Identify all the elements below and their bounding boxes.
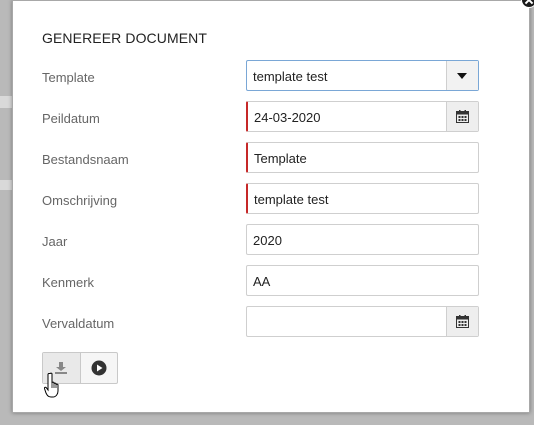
template-select-value: template test [253, 69, 328, 84]
generate-document-dialog: GENEREER DOCUMENT Template template test… [12, 0, 530, 413]
play-button[interactable] [81, 353, 118, 383]
background-strip [0, 96, 12, 108]
peildatum-calendar-button[interactable] [446, 102, 478, 131]
caret-down-icon [457, 73, 467, 79]
kenmerk-field[interactable]: AA [246, 265, 479, 296]
jaar-field[interactable]: 2020 [246, 224, 479, 255]
kenmerk-value: AA [253, 274, 271, 289]
peildatum-field[interactable]: 24-03-2020 [246, 101, 479, 132]
kenmerk-label: Kenmerk [42, 275, 95, 290]
play-icon [91, 360, 107, 376]
vervaldatum-calendar-button[interactable] [446, 307, 478, 336]
template-dropdown-button[interactable] [446, 61, 478, 90]
background-strip [0, 180, 12, 190]
peildatum-label: Peildatum [42, 111, 100, 126]
jaar-value: 2020 [253, 233, 282, 248]
dialog-title: GENEREER DOCUMENT [42, 30, 208, 46]
calendar-icon [456, 110, 469, 123]
template-label: Template [42, 70, 95, 85]
vervaldatum-field[interactable] [246, 306, 479, 337]
vervaldatum-label: Vervaldatum [42, 316, 115, 331]
omschrijving-label: Omschrijving [42, 193, 118, 208]
jaar-label: Jaar [42, 234, 68, 249]
omschrijving-field[interactable]: template test [246, 183, 479, 214]
omschrijving-value: template test [254, 192, 329, 207]
calendar-icon [456, 315, 469, 328]
hand-cursor-icon [44, 372, 59, 398]
bestandsnaam-field[interactable]: Template [246, 142, 479, 173]
bestandsnaam-label: Bestandsnaam [42, 152, 129, 167]
bestandsnaam-value: Template [254, 151, 307, 166]
peildatum-value: 24-03-2020 [254, 110, 321, 125]
template-select[interactable]: template test [246, 60, 479, 91]
